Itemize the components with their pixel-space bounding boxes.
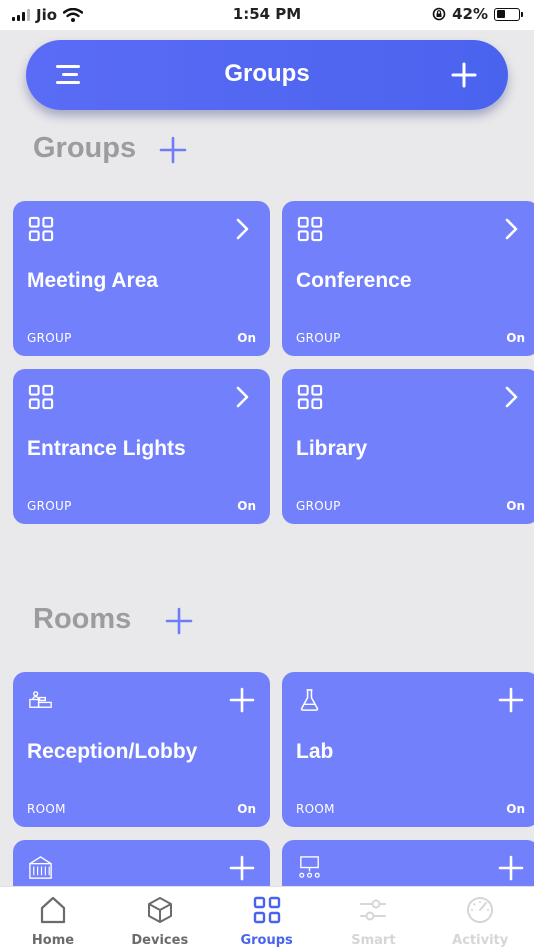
card-type: GROUP	[27, 499, 72, 513]
status-bar: Jio 1:54 PM 42%	[0, 0, 534, 30]
card-type: ROOM	[27, 802, 66, 816]
add-room-plus-icon[interactable]	[164, 606, 194, 636]
tab-devices[interactable]: Devices	[107, 887, 213, 950]
chevron-right-icon[interactable]	[228, 383, 256, 411]
chevron-right-icon[interactable]	[497, 383, 525, 411]
grid-icon	[28, 384, 54, 410]
status-right: 42%	[432, 5, 523, 23]
header-bar: Groups	[26, 40, 508, 110]
tab-bar: Home Devices Groups Smart Activity	[0, 886, 534, 950]
battery-percent: 42%	[452, 5, 488, 23]
rotation-lock-icon	[432, 7, 446, 21]
tab-activity[interactable]: Activity	[427, 887, 533, 950]
building-icon	[29, 856, 52, 879]
card-type: GROUP	[296, 499, 341, 513]
card-state: On	[506, 802, 525, 816]
plus-icon[interactable]	[228, 686, 256, 714]
tab-label: Home	[31, 933, 75, 948]
home-icon	[40, 896, 66, 924]
gauge-icon	[467, 897, 494, 923]
grid-icon	[297, 216, 323, 242]
group-card[interactable]: Entrance Lights GROUP On	[13, 369, 270, 524]
group-card[interactable]: Meeting Area GROUP On	[13, 201, 270, 356]
plus-icon[interactable]	[497, 854, 525, 882]
card-type: GROUP	[27, 331, 72, 345]
card-name: Meeting Area	[27, 269, 159, 292]
grid-icon	[28, 216, 54, 242]
plus-icon[interactable]	[450, 61, 478, 89]
card-name: Conference	[296, 269, 412, 292]
card-name: Lab	[296, 740, 334, 763]
battery-icon	[494, 7, 523, 21]
card-name: Reception/Lobby	[27, 740, 198, 763]
group-card[interactable]: Conference GROUP On	[282, 201, 534, 356]
card-type: GROUP	[296, 331, 341, 345]
rooms-section-title: Rooms	[33, 603, 132, 635]
card-name: Library	[296, 437, 368, 460]
tab-label: Activity	[452, 933, 509, 948]
grid-icon	[253, 896, 280, 924]
tab-groups[interactable]: Groups	[214, 887, 320, 950]
tab-home[interactable]: Home	[0, 887, 106, 950]
card-state: On	[237, 499, 256, 513]
chevron-right-icon[interactable]	[228, 215, 256, 243]
tab-label: Devices	[131, 933, 189, 948]
grid-icon	[297, 384, 323, 410]
chevron-right-icon[interactable]	[497, 215, 525, 243]
reception-desk-icon	[29, 691, 52, 708]
room-card[interactable]: Reception/Lobby ROOM On	[13, 672, 270, 827]
tab-label: Groups	[240, 933, 293, 948]
tab-label: Smart	[351, 933, 396, 948]
card-state: On	[506, 331, 525, 345]
sliders-icon	[360, 899, 387, 921]
card-state: On	[237, 802, 256, 816]
card-name: Entrance Lights	[27, 437, 186, 460]
plus-icon[interactable]	[497, 686, 525, 714]
add-group-plus-icon[interactable]	[158, 135, 188, 165]
battery-fill	[496, 10, 506, 18]
presentation-icon	[299, 856, 320, 878]
header-title: Groups	[224, 60, 310, 87]
tab-smart[interactable]: Smart	[320, 887, 426, 950]
card-state: On	[506, 499, 525, 513]
groups-section-title: Groups	[33, 132, 137, 164]
flask-icon	[300, 689, 319, 711]
plus-icon[interactable]	[228, 854, 256, 882]
group-card[interactable]: Library GROUP On	[282, 369, 534, 524]
card-type: ROOM	[296, 802, 335, 816]
room-card[interactable]: Lab ROOM On	[282, 672, 534, 827]
cube-icon	[147, 897, 172, 923]
card-state: On	[237, 331, 256, 345]
